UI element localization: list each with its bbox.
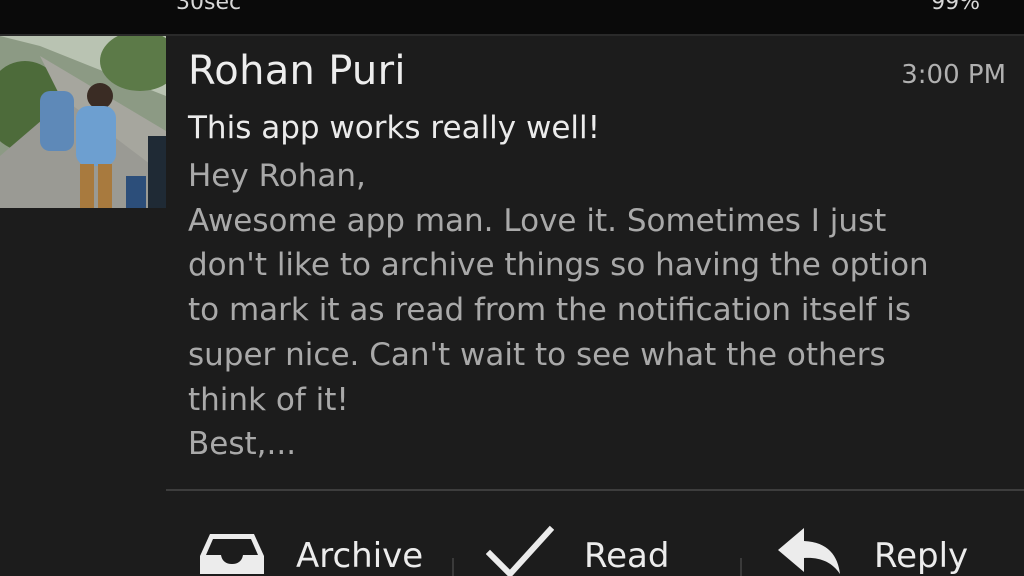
email-subject: This app works really well! xyxy=(188,110,601,146)
sender-avatar xyxy=(0,36,166,208)
email-notification[interactable]: Rohan Puri 3:00 PM This app works really… xyxy=(0,36,1024,576)
status-timer: 30sec xyxy=(176,0,242,15)
status-bar: 30sec 99% xyxy=(0,0,1024,34)
body-line: Awesome app man. Love it. Sometimes I ju… xyxy=(188,202,887,239)
body-line: to mark it as read from the notification… xyxy=(188,292,912,329)
battery-level: 99% xyxy=(931,0,980,15)
timestamp: 3:00 PM xyxy=(901,60,1006,90)
notification-actions: Archive Read Reply xyxy=(166,492,1024,576)
archive-button[interactable]: Archive xyxy=(166,492,454,576)
actions-divider xyxy=(166,489,1024,491)
body-line: Best,... xyxy=(188,426,297,463)
archive-icon xyxy=(196,530,268,576)
body-line: Hey Rohan, xyxy=(188,158,366,194)
reply-label: Reply xyxy=(874,536,969,576)
reply-button[interactable]: Reply xyxy=(742,492,1024,576)
sender-name: Rohan Puri xyxy=(188,48,406,94)
email-body: Hey Rohan, Awesome app man. Love it. Som… xyxy=(188,154,1008,467)
body-line: think of it! xyxy=(188,381,349,418)
mark-read-button[interactable]: Read xyxy=(454,492,742,576)
body-line: don't like to archive things so having t… xyxy=(188,247,929,284)
archive-label: Archive xyxy=(296,536,424,576)
check-icon xyxy=(485,524,555,576)
read-label: Read xyxy=(584,536,670,576)
body-line: super nice. Can't wait to see what the o… xyxy=(188,336,886,373)
reply-icon xyxy=(776,526,844,576)
